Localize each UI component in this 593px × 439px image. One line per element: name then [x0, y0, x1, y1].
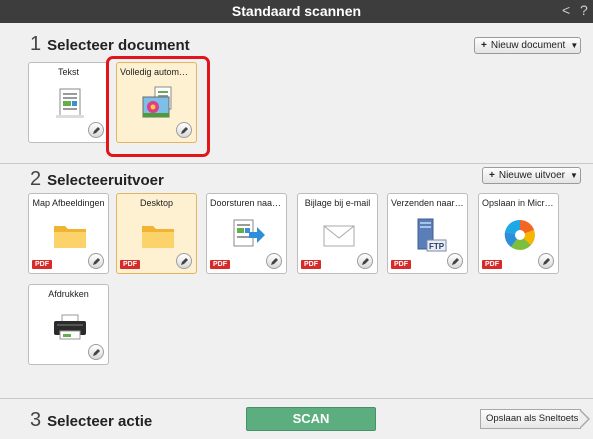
chevron-down-icon: ▼ [570, 41, 579, 50]
edit-icon[interactable] [88, 253, 104, 269]
edit-icon[interactable] [538, 253, 554, 269]
new-document-label: Nieuw document [490, 40, 566, 51]
edit-icon[interactable] [176, 253, 192, 269]
section1-title: Selecteer document [47, 37, 190, 54]
forward-document-icon [233, 219, 265, 247]
section-divider [0, 163, 593, 164]
ftp-label: FTP [429, 242, 445, 251]
tile-label: Tekst [57, 67, 79, 77]
new-output-label: Nieuwe uitvoer [498, 170, 565, 181]
edit-icon[interactable] [357, 253, 373, 269]
help-icon[interactable]: ? [580, 2, 588, 18]
tile-label: Opslaan in Micros... [482, 198, 555, 208]
section3-title: Selecteer actie [47, 413, 153, 430]
section2-title: Selecteeruitvoer [47, 172, 164, 189]
title-bar: Standaard scannen < ? [0, 0, 593, 23]
output-tile-desktop[interactable]: Desktop PDF [116, 193, 197, 274]
tile-label: Map Afbeeldingen [32, 198, 105, 208]
office-logo-icon [504, 219, 535, 250]
tile-label: Desktop [139, 198, 174, 208]
ftp-server-icon: FTP [417, 218, 447, 252]
scan-button[interactable]: SCAN [246, 407, 376, 431]
selection-highlight [106, 56, 210, 157]
chevron-down-icon: ▼ [570, 171, 578, 180]
section3-heading: 3 Selecteer actie [30, 409, 152, 432]
output-tile-email[interactable]: Bijlage bij e-mail PDF [297, 193, 378, 274]
window-title: Standaard scannen [231, 3, 362, 19]
new-output-button[interactable]: + Nieuwe uitvoer ▼ [482, 167, 581, 184]
folder-icon [142, 226, 174, 248]
pdf-badge: PDF [482, 260, 502, 269]
edit-icon[interactable] [447, 253, 463, 269]
tile-label: Bijlage bij e-mail [304, 198, 371, 208]
pdf-badge: PDF [301, 260, 321, 269]
envelope-icon [323, 225, 355, 247]
section3-number: 3 [30, 409, 42, 431]
pdf-badge: PDF [120, 260, 140, 269]
section2-number: 2 [30, 168, 42, 190]
edit-icon[interactable] [266, 253, 282, 269]
output-tile-print[interactable]: Afdrukken [28, 284, 109, 365]
section1-number: 1 [30, 33, 42, 55]
output-tile-pictures-folder[interactable]: Map Afbeeldingen PDF [28, 193, 109, 274]
edit-icon[interactable] [88, 344, 104, 360]
new-document-button[interactable]: + Nieuw document ▼ [474, 37, 581, 54]
printer-icon [54, 314, 86, 340]
section-divider [0, 398, 593, 399]
back-icon[interactable]: < [562, 2, 570, 18]
output-tile-ftp[interactable]: Verzenden naar FT... FTP PDF [387, 193, 468, 274]
save-as-shortcut-label: Opslaan als Sneltoets [486, 413, 579, 424]
pdf-badge: PDF [32, 260, 52, 269]
pdf-badge: PDF [210, 260, 230, 269]
output-tile-forward[interactable]: Doorsturen naar t... PDF [206, 193, 287, 274]
pdf-badge: PDF [391, 260, 411, 269]
section2-heading: 2 Selecteeruitvoer [30, 168, 164, 191]
tile-label: Afdrukken [48, 289, 89, 299]
output-tile-office[interactable]: Opslaan in Micros... PDF [478, 193, 559, 274]
tile-label: Doorsturen naar t... [210, 198, 283, 208]
edit-icon[interactable] [88, 122, 104, 138]
section1-heading: 1 Selecteer document [30, 33, 190, 56]
tile-label: Verzenden naar FT... [391, 198, 464, 208]
save-as-shortcut-button[interactable]: Opslaan als Sneltoets [480, 409, 590, 429]
text-document-icon [56, 88, 84, 118]
document-tile-text[interactable]: Tekst [28, 62, 109, 143]
folder-icon [54, 226, 86, 248]
